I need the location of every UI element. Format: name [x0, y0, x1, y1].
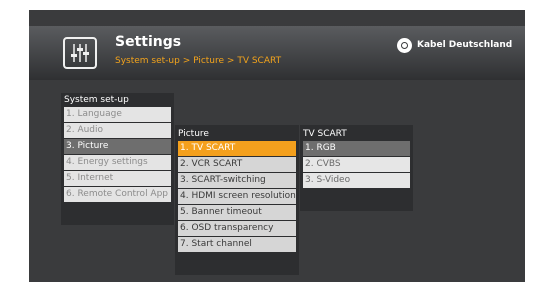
- menu-item-tv-scart[interactable]: 1. TV SCART: [178, 141, 296, 156]
- menu-item-osd-transparency[interactable]: 6. OSD transparency: [178, 221, 296, 236]
- equalizer-sliders-icon: [63, 37, 97, 69]
- system-setup-menu: System set-up 1. Language 2. Audio 3. Pi…: [61, 93, 174, 225]
- menu-item-s-video[interactable]: 3. S-Video: [303, 173, 410, 188]
- menu-header: Picture: [178, 129, 209, 139]
- brand-name: Kabel Deutschland: [417, 40, 513, 50]
- picture-menu: Picture 1. TV SCART 2. VCR SCART 3. SCAR…: [175, 125, 299, 275]
- menu-item-audio[interactable]: 2. Audio: [64, 123, 171, 138]
- tv-scart-menu: TV SCART 1. RGB 2. CVBS 3. S-Video: [300, 125, 413, 211]
- kabel-deutschland-logo-icon: [397, 37, 412, 53]
- page-title: Settings: [115, 34, 182, 50]
- menu-item-remote-control-app[interactable]: 6. Remote Control App: [64, 187, 171, 202]
- menu-item-cvbs[interactable]: 2. CVBS: [303, 157, 410, 172]
- menu-header: TV SCART: [303, 129, 347, 139]
- breadcrumb: System set-up > Picture > TV SCART: [115, 56, 282, 66]
- menu-item-picture[interactable]: 3. Picture: [64, 139, 171, 154]
- brand: Kabel Deutschland: [397, 37, 512, 53]
- menu-item-energy-settings[interactable]: 4. Energy settings: [64, 155, 171, 170]
- menu-item-hdmi-screen-resolution[interactable]: 4. HDMI screen resolution: [178, 189, 296, 204]
- header-bar: Settings System set-up > Picture > TV SC…: [29, 26, 525, 80]
- menu-item-language[interactable]: 1. Language: [64, 107, 171, 122]
- menu-item-start-channel[interactable]: 7. Start channel: [178, 237, 296, 252]
- menu-item-scart-switching[interactable]: 3. SCART-switching: [178, 173, 296, 188]
- tv-screen: Settings System set-up > Picture > TV SC…: [29, 10, 525, 282]
- menu-header: System set-up: [64, 95, 129, 105]
- menu-item-rgb[interactable]: 1. RGB: [303, 141, 410, 156]
- menu-item-vcr-scart[interactable]: 2. VCR SCART: [178, 157, 296, 172]
- menu-item-banner-timeout[interactable]: 5. Banner timeout: [178, 205, 296, 220]
- menu-item-internet[interactable]: 5. Internet: [64, 171, 171, 186]
